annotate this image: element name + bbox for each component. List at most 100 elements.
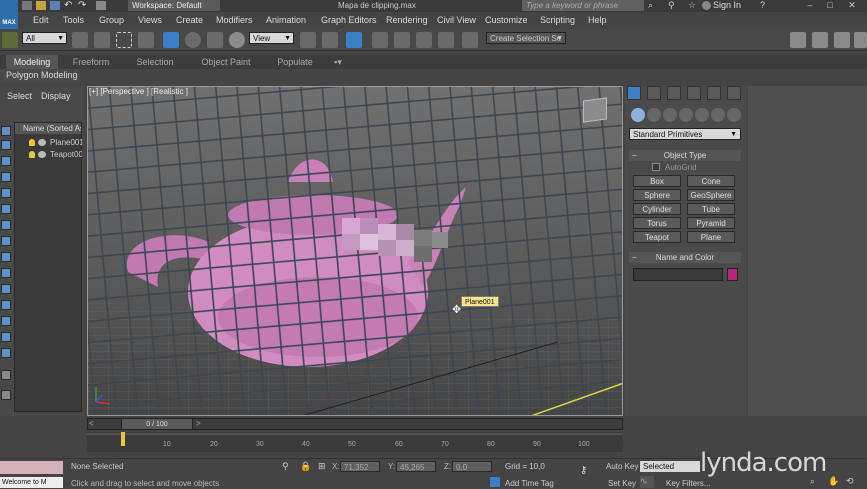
display-cameras-icon[interactable] [1,220,11,230]
geometry-icon[interactable] [631,108,645,122]
time-tag-icon[interactable] [490,477,500,487]
display-hidden-icon[interactable] [1,348,11,358]
light-bulb-icon[interactable] [29,139,35,146]
create-tab-icon[interactable] [627,86,641,100]
place-icon[interactable] [229,32,245,48]
torus-button[interactable]: Torus [633,217,681,229]
link-icon[interactable] [2,32,18,48]
object-type-rollout[interactable]: − Object Type [629,150,741,161]
open-folder-icon[interactable] [36,1,46,10]
menu-civil-view[interactable]: Civil View [437,15,476,26]
display-frozen-icon[interactable] [1,332,11,342]
angle-snap-icon[interactable] [394,32,410,48]
snap-toggle-icon[interactable] [372,32,388,48]
app-logo-button[interactable]: MAX [0,0,18,30]
pan-icon[interactable]: ✋ [828,476,839,487]
display-geometry-icon[interactable] [1,172,11,182]
help-icon[interactable]: ? [760,0,765,10]
viewport-label[interactable]: [+] [Perspective ] [Realistic ] [89,87,188,96]
display-none-icon[interactable] [1,126,11,136]
teapot-button[interactable]: Teapot [633,231,681,243]
lights-icon[interactable] [663,108,677,122]
keyboard-shortcut-icon[interactable] [346,32,362,48]
spinner-snap-icon[interactable] [438,32,454,48]
display-tab-icon[interactable] [707,86,721,100]
cameras-icon[interactable] [679,108,693,122]
tab-selection[interactable]: Selection [130,55,180,69]
move-icon[interactable] [163,32,179,48]
display-lights-icon[interactable] [1,204,11,214]
light-bulb-icon[interactable] [29,151,35,158]
maxscript-welcome-text[interactable]: Welcome to M [0,477,63,488]
next-frame-icon[interactable]: > [196,419,201,428]
key-icon[interactable]: ⚷ [580,465,587,476]
rotate-icon[interactable] [185,32,201,48]
selection-lock-icon[interactable]: 🔒 [300,461,311,472]
menu-group[interactable]: Group [99,15,124,26]
auto-key-button[interactable]: Auto Key [606,461,638,472]
modify-tab-icon[interactable] [647,86,661,100]
list-item[interactable]: Teapot00 [27,149,82,160]
project-folder-icon[interactable] [96,1,106,10]
menu-help[interactable]: Help [588,15,607,26]
render-iterative-icon[interactable] [854,32,867,48]
menu-customize[interactable]: Customize [485,15,528,26]
reference-coord-dropdown[interactable]: View ▼ [249,32,294,44]
menu-edit[interactable]: Edit [33,15,49,26]
menu-animation[interactable]: Animation [266,15,306,26]
display-all-icon[interactable] [1,140,11,150]
menu-rendering[interactable]: Rendering [386,15,428,26]
rect-selection-icon[interactable] [116,32,132,48]
star-icon[interactable]: ☆ [688,0,696,11]
viewcube-icon[interactable] [583,97,607,123]
minimize-button[interactable]: – [802,0,818,11]
key-filters-button[interactable]: Key Filters... [666,478,710,489]
menu-modifiers[interactable]: Modifiers [216,15,253,26]
x-coordinate-input[interactable]: 71,352 [340,461,380,472]
scale-icon[interactable] [207,32,223,48]
prev-frame-icon[interactable]: < [89,419,94,428]
systems-icon[interactable] [727,108,741,122]
name-and-color-rollout[interactable]: − Name and Color [629,252,741,263]
plane-button[interactable]: Plane [687,231,735,243]
sign-in-button[interactable]: Sign In [713,0,741,11]
object-name-input[interactable] [633,268,723,281]
explorer-settings-icon[interactable] [1,390,11,400]
maxscript-listener-input[interactable] [0,461,63,474]
menu-scripting[interactable]: Scripting [540,15,575,26]
explorer-tab-display[interactable]: Display [41,91,71,101]
tab-populate[interactable]: Populate [270,55,320,69]
polygon-modeling-panel[interactable]: Polygon Modeling [0,69,80,82]
select-by-name-icon[interactable] [94,32,110,48]
geosphere-button[interactable]: GeoSphere [687,189,735,201]
new-file-icon[interactable] [22,1,32,10]
select-manipulate-icon[interactable] [322,32,338,48]
named-selection-dropdown[interactable]: Create Selection Se ▼ [486,32,566,44]
render-production-icon[interactable] [834,32,850,48]
redo-icon[interactable]: ↷ [78,0,86,11]
cone-button[interactable]: Cone [687,175,735,187]
utilities-tab-icon[interactable] [727,86,741,100]
set-key-button[interactable]: Set Key [608,478,636,489]
edit-named-selection-icon[interactable] [462,32,478,48]
percent-snap-icon[interactable] [416,32,432,48]
display-helpers-icon[interactable] [1,236,11,246]
orbit-icon[interactable]: ⟲ [846,476,854,487]
display-groups-icon[interactable] [1,268,11,278]
list-item[interactable]: Plane001 [27,137,82,148]
time-slider[interactable]: 0 / 100 [121,418,193,430]
object-color-swatch[interactable] [727,268,738,281]
motion-tab-icon[interactable] [687,86,701,100]
save-icon[interactable] [50,1,60,10]
tab-object-paint[interactable]: Object Paint [196,55,256,69]
render-setup-icon[interactable] [790,32,806,48]
explorer-tab-select[interactable]: Select [7,91,32,101]
add-time-tag-button[interactable]: Add Time Tag [505,478,554,489]
ribbon-options-icon[interactable]: ▪▾ [330,55,346,69]
cylinder-button[interactable]: Cylinder [633,203,681,215]
autogrid-checkbox[interactable] [652,163,660,171]
window-crossing-icon[interactable] [138,32,154,48]
display-invert-icon[interactable] [1,156,11,166]
binoculars-icon[interactable]: ⌕ [648,0,653,11]
tube-button[interactable]: Tube [687,203,735,215]
